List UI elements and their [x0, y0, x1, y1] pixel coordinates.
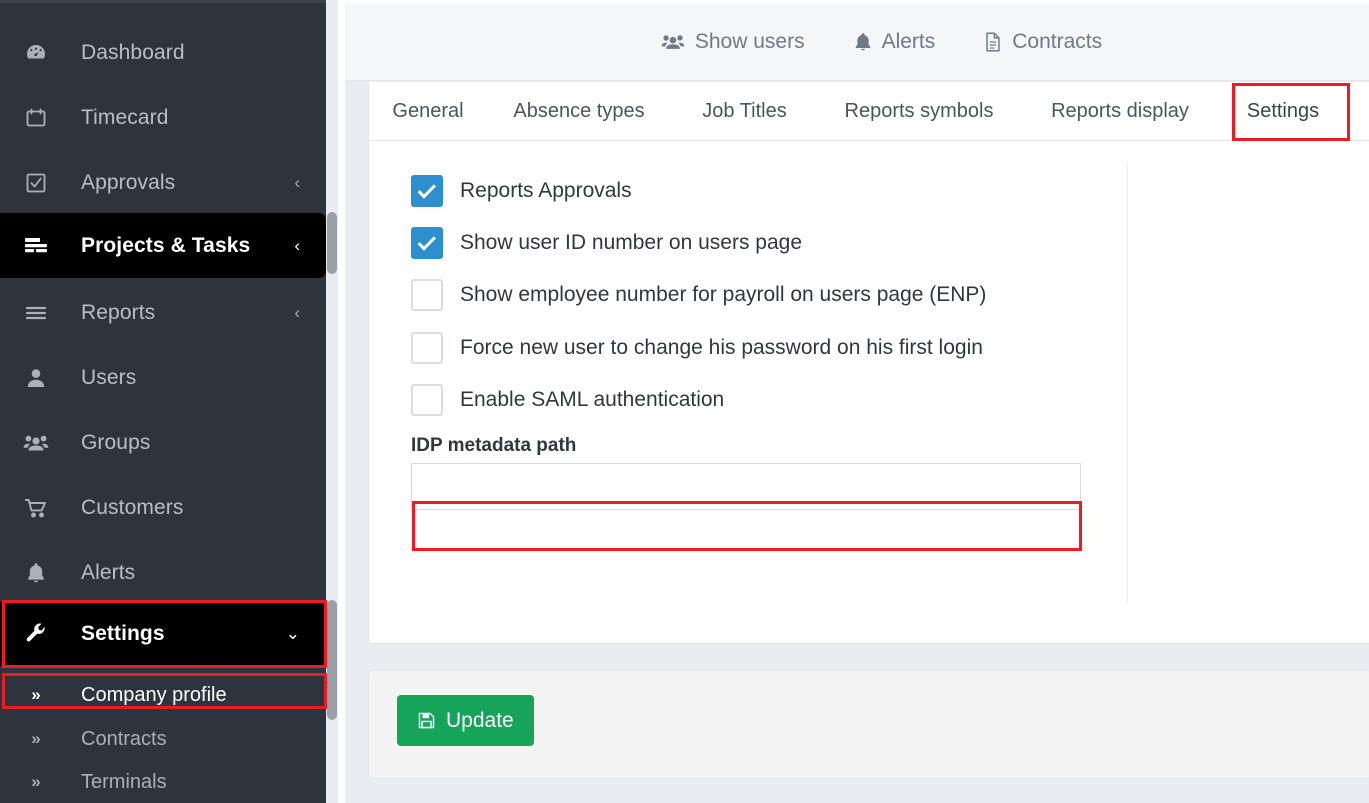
update-button-label: Update [446, 708, 514, 732]
checkbox-label: Enable SAML authentication [460, 388, 725, 411]
user-icon [18, 366, 54, 390]
checkbox-row-force-password-change[interactable]: Force new user to change his password on… [411, 332, 983, 364]
checkbox-row-reports-approvals[interactable]: Reports Approvals [411, 175, 632, 207]
main-content: General Absence types Job Titles Reports… [345, 81, 1369, 803]
header-nav: Show users Alerts Contracts [345, 3, 1369, 81]
checkbox-row-show-employee-number[interactable]: Show employee number for payroll on user… [411, 279, 986, 311]
sidebar-item-label: Reports [81, 300, 156, 324]
sidebar-item-alerts[interactable]: Alerts [0, 540, 326, 605]
users-icon [660, 31, 686, 53]
tab-absence-types[interactable]: Absence types [487, 82, 671, 140]
tab-reports-display[interactable]: Reports display [1020, 82, 1220, 140]
idp-metadata-path-label: IDP metadata path [411, 435, 577, 456]
header-nav-label: Alerts [881, 30, 936, 53]
sidebar-item-label: Timecard [81, 105, 169, 129]
sidebar-scrollbar-track[interactable] [326, 0, 338, 803]
sidebar-item-customers[interactable]: Customers [0, 475, 326, 540]
settings-form: Reports Approvals Show user ID number on… [398, 163, 1128, 603]
sidebar-caret-settings[interactable]: ⌄ [286, 624, 300, 644]
sidebar-caret-projects[interactable]: ‹ [294, 236, 300, 256]
double-chevron-right-icon: » [31, 729, 41, 748]
checkbox-label: Show user ID number on users page [460, 231, 803, 254]
sidebar-item-settings[interactable]: Settings ⌄ [0, 602, 326, 666]
bars-icon [18, 301, 54, 325]
sidebar-item-label: Dashboard [81, 40, 185, 64]
tab-general[interactable]: General [369, 82, 487, 140]
header-nav-label: Contracts [1012, 30, 1103, 53]
check-square-icon [18, 171, 54, 195]
header-nav-contracts[interactable]: Contracts [983, 30, 1102, 54]
sidebar-subitem-label: Terminals [81, 770, 167, 793]
sidebar-item-label: Customers [81, 495, 184, 519]
sidebar-scrollbar-thumb[interactable] [327, 212, 337, 274]
checkbox-show-user-id[interactable] [411, 227, 443, 259]
form-footer-card: Update [368, 670, 1369, 779]
checkbox-force-password-change[interactable] [411, 332, 443, 364]
wrench-icon [18, 622, 54, 646]
checkbox-show-employee-number[interactable] [411, 279, 443, 311]
sidebar-item-projects-and-tasks[interactable]: Projects & Tasks ‹ [0, 213, 326, 278]
file-text-icon [983, 31, 1003, 53]
sidebar-item-label: Projects & Tasks [81, 233, 251, 257]
tab-reports-symbols[interactable]: Reports symbols [818, 82, 1020, 140]
sidebar-item-reports[interactable]: Reports ‹ [0, 280, 326, 345]
dashboard-icon [18, 41, 54, 65]
double-chevron-right-icon: » [31, 685, 41, 704]
checkbox-label: Reports Approvals [460, 179, 632, 202]
tab-settings[interactable]: Settings [1220, 82, 1346, 140]
sidebar-item-label: Groups [81, 430, 151, 454]
idp-metadata-path-input[interactable] [411, 463, 1081, 510]
sidebar-item-users[interactable]: Users [0, 345, 326, 410]
sidebar-subitem-company-profile[interactable]: » Company profile [0, 673, 326, 717]
sidebar-subitem-label: Contracts [81, 727, 167, 750]
sidebar-scrollbar-thumb-secondary[interactable] [327, 600, 337, 720]
settings-card: General Absence types Job Titles Reports… [368, 82, 1369, 644]
sidebar-caret-approvals[interactable]: ‹ [294, 173, 300, 193]
app-root: Dashboard Timecard Approvals ‹ Projects … [0, 0, 1369, 803]
sidebar-caret-reports[interactable]: ‹ [294, 303, 300, 323]
tab-bar: General Absence types Job Titles Reports… [369, 82, 1369, 141]
checkbox-row-show-user-id[interactable]: Show user ID number on users page [411, 227, 802, 259]
check-icon [417, 179, 436, 199]
top-header: Show users Alerts Contracts [345, 3, 1369, 81]
sidebar: Dashboard Timecard Approvals ‹ Projects … [0, 0, 338, 803]
calendar-icon [18, 106, 54, 130]
sidebar-item-groups[interactable]: Groups [0, 410, 326, 475]
header-nav-alerts[interactable]: Alerts [853, 30, 936, 54]
checkbox-reports-approvals[interactable] [411, 175, 443, 207]
sidebar-subitem-terminals[interactable]: » Terminals [0, 760, 326, 803]
save-icon [417, 711, 436, 730]
double-chevron-right-icon: » [31, 772, 41, 791]
update-button[interactable]: Update [397, 695, 534, 746]
settings-panel: Reports Approvals Show user ID number on… [369, 141, 1369, 643]
sidebar-subitem-label: Company profile [81, 683, 227, 706]
sidebar-item-label: Settings [81, 622, 165, 645]
sidebar-item-dashboard[interactable]: Dashboard [0, 20, 326, 85]
sidebar-item-timecard[interactable]: Timecard [0, 85, 326, 150]
header-nav-label: Show users [694, 30, 805, 53]
users-icon [18, 431, 54, 455]
tab-job-titles[interactable]: Job Titles [671, 82, 818, 140]
checkbox-label: Force new user to change his password on… [460, 336, 983, 359]
checkbox-label: Show employee number for payroll on user… [460, 283, 987, 306]
sidebar-subitem-contracts[interactable]: » Contracts [0, 717, 326, 761]
bell-icon [18, 561, 54, 585]
bell-icon [853, 31, 873, 53]
header-nav-show-users[interactable]: Show users [660, 30, 805, 54]
checkbox-row-enable-saml[interactable]: Enable SAML authentication [411, 384, 724, 416]
sidebar-item-label: Users [81, 365, 137, 389]
checkbox-enable-saml[interactable] [411, 384, 443, 416]
cart-icon [18, 496, 54, 520]
sidebar-item-label: Alerts [81, 560, 136, 584]
check-icon [417, 231, 436, 251]
sidebar-item-label: Approvals [81, 170, 176, 194]
tasks-icon [18, 234, 54, 258]
sidebar-top-edge [0, 0, 338, 3]
sidebar-item-approvals[interactable]: Approvals ‹ [0, 150, 326, 215]
